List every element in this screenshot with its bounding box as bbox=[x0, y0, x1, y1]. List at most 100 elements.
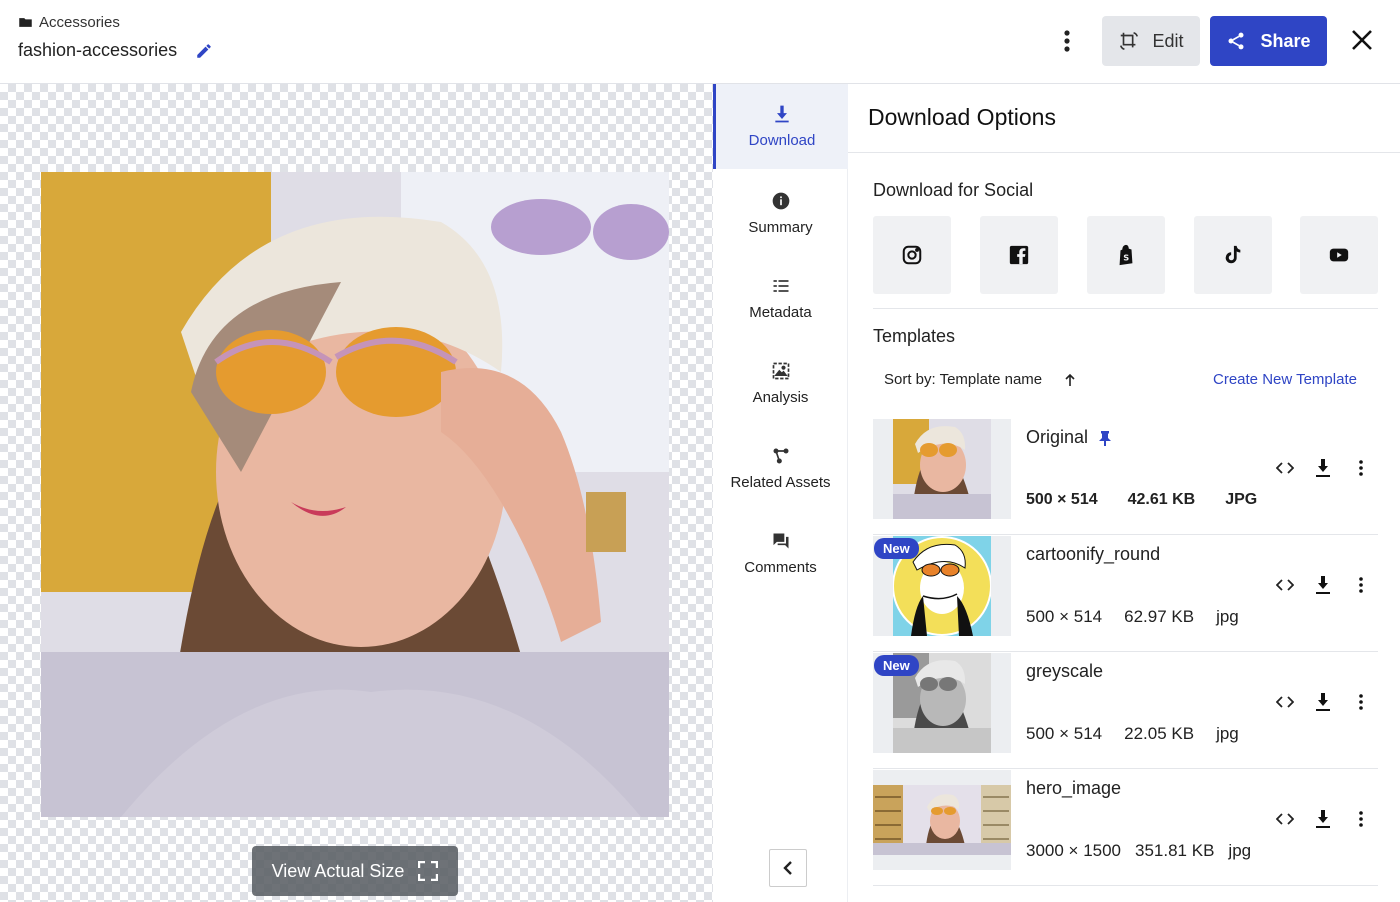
template-row-cartoonify-round[interactable]: New cartoonify_round 500 × 514 62.97 KB … bbox=[873, 535, 1378, 652]
template-meta: 500 × 514 22.05 KB jpg bbox=[1026, 724, 1239, 744]
edit-label: Edit bbox=[1152, 30, 1184, 51]
tiktok-icon bbox=[1225, 245, 1241, 264]
download-template-button[interactable] bbox=[1313, 692, 1333, 712]
code-icon bbox=[1276, 696, 1294, 708]
close-button[interactable] bbox=[1346, 24, 1378, 56]
shopify-icon: S bbox=[1119, 244, 1133, 266]
tab-related-assets-label: Related Assets bbox=[730, 474, 831, 491]
download-icon bbox=[1316, 693, 1330, 711]
tab-summary[interactable]: Summary bbox=[713, 171, 848, 256]
template-actions bbox=[1275, 575, 1371, 595]
share-icon bbox=[1228, 32, 1244, 50]
template-format: jpg bbox=[1228, 841, 1252, 860]
shopify-button[interactable]: S bbox=[1087, 216, 1165, 294]
tab-metadata-label: Metadata bbox=[749, 304, 812, 321]
pencil-icon[interactable] bbox=[195, 42, 213, 60]
collapse-panel-button[interactable] bbox=[769, 849, 807, 887]
tab-metadata[interactable]: Metadata bbox=[713, 256, 848, 341]
template-row-original[interactable]: Original 500 × 514 42.61 KB JPG bbox=[873, 418, 1378, 535]
image-preview: View Actual Size bbox=[0, 84, 713, 902]
template-more-button[interactable] bbox=[1351, 692, 1371, 712]
view-actual-label: View Actual Size bbox=[271, 860, 405, 881]
share-button[interactable]: Share bbox=[1210, 16, 1327, 66]
edit-button[interactable]: Edit bbox=[1102, 16, 1200, 66]
side-tab-rail: Download Summary Metadata Analysis Relat… bbox=[713, 84, 848, 902]
template-filesize: 351.81 KB bbox=[1135, 841, 1215, 860]
asset-name: fashion-accessories bbox=[18, 40, 178, 60]
template-more-button[interactable] bbox=[1351, 575, 1371, 595]
tab-analysis-label: Analysis bbox=[752, 389, 809, 406]
template-actions bbox=[1275, 809, 1371, 829]
view-actual-size-button[interactable]: View Actual Size bbox=[252, 846, 458, 896]
svg-text:S: S bbox=[1123, 253, 1129, 263]
template-dimensions: 3000 × 1500 bbox=[1026, 841, 1122, 860]
graph-icon bbox=[773, 448, 788, 464]
tab-related-assets[interactable]: Related Assets bbox=[713, 426, 848, 511]
folder-icon bbox=[19, 18, 32, 27]
template-filesize: 22.05 KB bbox=[1124, 724, 1195, 743]
template-row-greyscale[interactable]: New greyscale 500 × 514 22.05 KB jpg bbox=[873, 652, 1378, 769]
template-more-button[interactable] bbox=[1351, 458, 1371, 478]
template-more-button[interactable] bbox=[1351, 809, 1371, 829]
divider bbox=[873, 308, 1378, 309]
facebook-button[interactable] bbox=[980, 216, 1058, 294]
download-template-button[interactable] bbox=[1313, 809, 1333, 829]
breadcrumb[interactable]: Accessories bbox=[18, 14, 120, 31]
pin-icon[interactable] bbox=[1098, 430, 1112, 446]
fullscreen-icon bbox=[418, 861, 439, 881]
breadcrumb-folder[interactable]: Accessories bbox=[39, 14, 120, 31]
embed-code-button[interactable] bbox=[1275, 458, 1295, 478]
code-icon bbox=[1276, 813, 1294, 825]
new-badge: New bbox=[874, 538, 919, 559]
template-actions bbox=[1275, 692, 1371, 712]
embed-code-button[interactable] bbox=[1275, 575, 1295, 595]
template-row-hero-image[interactable]: hero_image 3000 × 1500 351.81 KB jpg bbox=[873, 769, 1378, 886]
download-icon bbox=[1316, 459, 1330, 477]
tab-analysis[interactable]: Analysis bbox=[713, 341, 848, 426]
download-options-panel: Download Options Download for Social S T… bbox=[848, 84, 1400, 902]
embed-code-button[interactable] bbox=[1275, 809, 1295, 829]
download-template-button[interactable] bbox=[1313, 575, 1333, 595]
template-format: jpg bbox=[1216, 724, 1239, 743]
top-bar: Accessories fashion-accessories Edit Sha… bbox=[0, 0, 1400, 84]
share-label: Share bbox=[1260, 30, 1311, 51]
vertical-dots-icon bbox=[1359, 577, 1363, 593]
template-name: Original bbox=[1026, 427, 1112, 448]
youtube-button[interactable] bbox=[1300, 216, 1378, 294]
instagram-icon bbox=[902, 245, 922, 265]
template-dimensions: 500 × 514 bbox=[1026, 724, 1103, 743]
tab-comments-label: Comments bbox=[744, 559, 817, 576]
vertical-dots-icon bbox=[1359, 694, 1363, 710]
social-section-title: Download for Social bbox=[873, 180, 1034, 200]
instagram-button[interactable] bbox=[873, 216, 951, 294]
template-format: JPG bbox=[1225, 491, 1258, 508]
embed-code-button[interactable] bbox=[1275, 692, 1295, 712]
vertical-dots-icon bbox=[1359, 460, 1363, 476]
template-filesize: 42.61 KB bbox=[1127, 491, 1196, 508]
crop-rotate-icon bbox=[1120, 31, 1139, 51]
info-icon bbox=[772, 192, 789, 210]
tab-download-label: Download bbox=[748, 132, 816, 149]
vertical-dots-icon bbox=[1064, 30, 1070, 52]
tiktok-button[interactable] bbox=[1194, 216, 1272, 294]
code-icon bbox=[1276, 462, 1294, 474]
download-template-button[interactable] bbox=[1313, 458, 1333, 478]
download-icon bbox=[775, 105, 789, 123]
template-name-text: Original bbox=[1026, 427, 1089, 447]
tab-download[interactable]: Download bbox=[713, 84, 848, 169]
sort-control[interactable]: Sort by: Template name bbox=[884, 371, 1076, 388]
tab-summary-label: Summary bbox=[748, 219, 813, 236]
new-badge: New bbox=[874, 655, 919, 676]
templates-section-title: Templates bbox=[873, 326, 956, 346]
create-new-template-link[interactable]: Create New Template bbox=[1213, 371, 1357, 388]
arrow-up-icon[interactable] bbox=[1064, 373, 1076, 387]
facebook-icon bbox=[1009, 245, 1029, 265]
template-format: jpg bbox=[1216, 607, 1239, 626]
tab-comments[interactable]: Comments bbox=[713, 511, 848, 596]
close-icon bbox=[1352, 30, 1372, 50]
template-filesize: 62.97 KB bbox=[1124, 607, 1195, 626]
more-options-button[interactable] bbox=[1054, 26, 1080, 56]
asset-image bbox=[41, 172, 669, 817]
list-icon bbox=[773, 280, 788, 292]
template-name: cartoonify_round bbox=[1026, 544, 1160, 565]
